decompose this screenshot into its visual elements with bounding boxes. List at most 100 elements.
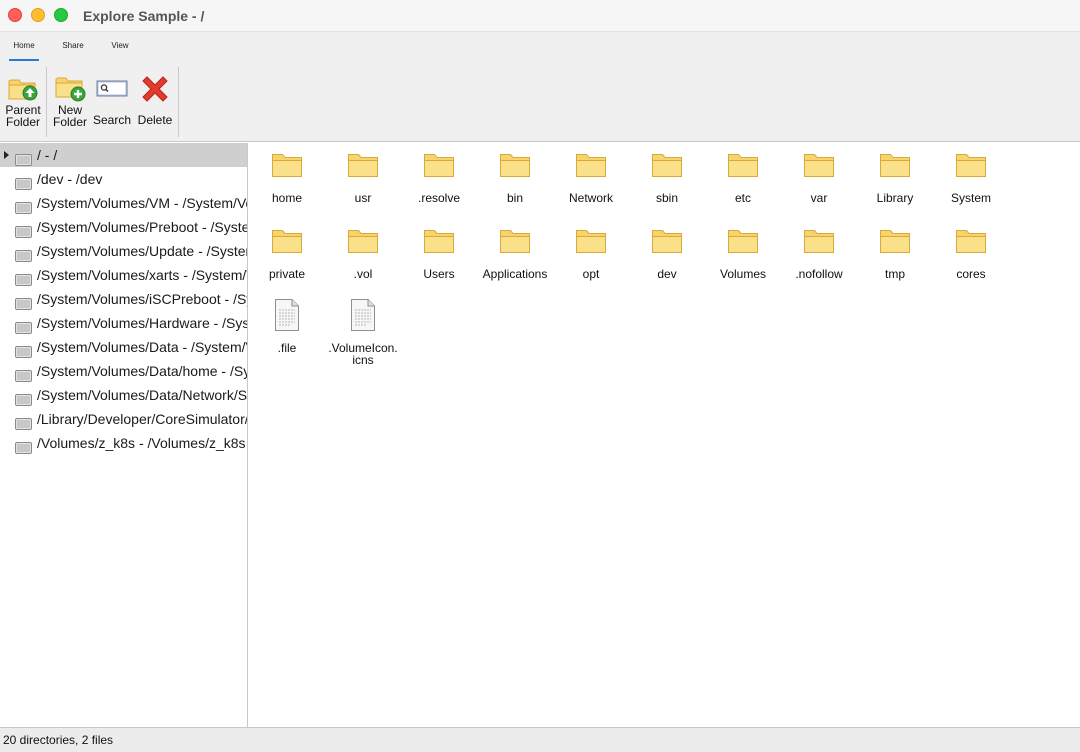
folder-name: var (810, 191, 828, 205)
folder-icon (629, 151, 705, 181)
tree-item-label: /dev - /dev (37, 171, 103, 187)
tree-item[interactable]: /System/Volumes/Hardware - /System/Volum… (0, 311, 247, 335)
folder-name: dev (657, 267, 677, 281)
parent-folder-icon (8, 79, 38, 101)
window-title: Explore Sample - / (83, 8, 205, 24)
folder-item[interactable]: usr (325, 151, 401, 204)
tab-home[interactable]: Home (9, 41, 39, 61)
minimize-window-button[interactable] (31, 8, 45, 22)
tab-share[interactable]: Share (59, 41, 87, 61)
ribbon-toolbar: Home Share View Parent Folder New Folder (0, 32, 1080, 142)
folder-name: private (268, 267, 306, 281)
parent-folder-button[interactable]: Parent Folder (2, 72, 44, 128)
tree-item[interactable]: /System/Volumes/Preboot - /System/Volume… (0, 215, 247, 239)
tab-view[interactable]: View (107, 41, 133, 61)
folder-name: opt (582, 267, 600, 281)
folder-name: sbin (655, 191, 678, 205)
tree-item[interactable]: /dev - /dev (0, 167, 247, 191)
folder-name: tmp (884, 267, 905, 281)
tree-item[interactable]: / - / (0, 143, 247, 167)
file-item[interactable]: .VolumeIcon. icns (325, 298, 401, 366)
folder-name: Network (568, 191, 613, 205)
tree-item-label: /System/Volumes/Data/Network/Server (37, 387, 248, 403)
tree-item-label: /Volumes/z_k8s - /Volumes/z_k8s (37, 435, 246, 451)
folder-item[interactable]: var (781, 151, 857, 204)
folder-item[interactable]: private (249, 227, 325, 280)
tree-item[interactable]: /System/Volumes/xarts - /System/Volumes/… (0, 263, 247, 287)
folder-icon (477, 151, 553, 181)
folder-icon (325, 227, 401, 257)
tree-item[interactable]: /System/Volumes/Data/Network/Server (0, 383, 248, 407)
tree-item[interactable]: /Library/Developer/CoreSimulator/ (0, 407, 247, 431)
folder-item[interactable]: tmp (857, 227, 933, 280)
tree-item-label: /System/Volumes/Data - /System/Volumes/D… (37, 339, 247, 355)
folder-icon (781, 151, 857, 181)
title-bar: Explore Sample - / (0, 0, 1080, 32)
folder-icon (401, 227, 477, 257)
folder-item[interactable]: Applications (477, 227, 553, 280)
delete-icon (142, 76, 168, 102)
folder-name: .nofollow (795, 267, 843, 281)
tree-item-label: / - / (37, 147, 58, 163)
drive-icon (15, 437, 32, 461)
folder-name: Library (876, 191, 914, 205)
volume-tree-pane[interactable]: / - / /dev - /dev/System/Volumes/VM - /Sy… (0, 143, 248, 727)
folder-name: .resolve (417, 191, 461, 205)
folder-icon (325, 151, 401, 181)
folder-item[interactable]: Volumes (705, 227, 781, 280)
new-folder-button[interactable]: New Folder (50, 72, 90, 128)
new-folder-icon (55, 77, 86, 102)
ribbon-separator (178, 67, 179, 137)
folder-name: System (950, 191, 991, 205)
ribbon-separator (46, 67, 47, 137)
tree-item-label: /System/Volumes/Update - /System/Volumes… (37, 243, 247, 259)
folder-icon (249, 151, 325, 181)
tree-item[interactable]: /System/Volumes/Update - /System/Volumes… (0, 239, 247, 263)
folder-name: Users (423, 267, 455, 281)
tree-item[interactable]: /Volumes/z_k8s - /Volumes/z_k8s (0, 431, 247, 455)
tree-item[interactable]: /System/Volumes/iSCPreboot - /System/Vol… (0, 287, 247, 311)
folder-item[interactable]: System (933, 151, 1009, 204)
tree-item-label: /System/Volumes/iSCPreboot - /System/Vol… (37, 291, 247, 307)
folder-item[interactable]: .nofollow (781, 227, 857, 280)
search-label: Search (92, 113, 132, 127)
folder-item[interactable]: cores (933, 227, 1009, 280)
folder-item[interactable]: sbin (629, 151, 705, 204)
folder-icon (477, 227, 553, 257)
folder-icon (933, 227, 1009, 257)
folder-name: bin (506, 191, 523, 205)
expand-arrow-icon[interactable] (4, 151, 9, 159)
file-grid-pane[interactable]: home usr .resolve bin Network sbin etc var Libra… (249, 143, 1080, 727)
document-icon (249, 298, 325, 334)
folder-item[interactable]: dev (629, 227, 705, 280)
folder-name: Volumes (719, 267, 767, 281)
zoom-window-button[interactable] (54, 8, 68, 22)
search-button[interactable]: Search (92, 72, 132, 126)
folder-item[interactable]: bin (477, 151, 553, 204)
folder-name: cores (956, 267, 986, 281)
folder-icon (629, 227, 705, 257)
tree-item[interactable]: /System/Volumes/Data/home - /System/Volu… (0, 359, 247, 383)
folder-item[interactable]: etc (705, 151, 781, 204)
document-icon (325, 298, 401, 334)
tree-item[interactable]: /System/Volumes/Data - /System/Volumes/D… (0, 335, 247, 359)
tree-item-label: /System/Volumes/VM - /System/Volumes/VM (37, 195, 247, 211)
file-name: .VolumeIcon. icns (328, 341, 398, 367)
folder-item[interactable]: home (249, 151, 325, 204)
folder-icon (401, 151, 477, 181)
close-window-button[interactable] (8, 8, 22, 22)
folder-icon (933, 151, 1009, 181)
file-item[interactable]: .file (249, 298, 325, 354)
folder-item[interactable]: .vol (325, 227, 401, 280)
delete-button[interactable]: Delete (135, 72, 175, 126)
search-field-icon (96, 80, 128, 97)
tree-item[interactable]: /System/Volumes/VM - /System/Volumes/VM (0, 191, 247, 215)
tree-item-label: /System/Volumes/xarts - /System/Volumes/… (37, 267, 247, 283)
folder-item[interactable]: Users (401, 227, 477, 280)
folder-item[interactable]: .resolve (401, 151, 477, 204)
folder-icon (705, 151, 781, 181)
folder-item[interactable]: Network (553, 151, 629, 204)
folder-item[interactable]: opt (553, 227, 629, 280)
folder-item[interactable]: Library (857, 151, 933, 204)
status-bar: 20 directories, 2 files (0, 727, 1080, 752)
